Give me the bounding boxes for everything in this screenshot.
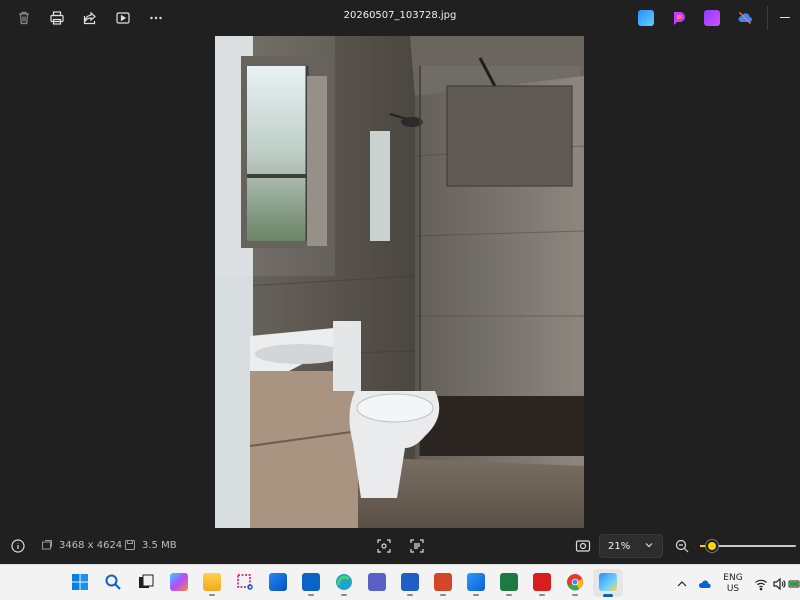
save-icon [125,540,135,550]
word-icon[interactable] [399,571,421,596]
edge-icon[interactable] [333,571,355,596]
more-icon [150,16,162,20]
file-info-button[interactable] [10,538,26,554]
info-bar: 3468 x 4624 3.5 MB 21% [0,528,800,564]
slideshow-button[interactable] [111,6,135,30]
actual-size-button[interactable] [575,538,591,554]
onedrive-sync-icon[interactable] [698,576,712,590]
info-icon [11,539,25,553]
printer-icon [50,11,64,25]
photo-illustration [215,36,584,528]
chrome-icon[interactable] [564,571,586,596]
outlook-new-icon[interactable] [267,571,289,593]
delete-button[interactable] [12,6,36,30]
print-button[interactable] [45,6,69,30]
language-indicator[interactable]: ENG US [722,573,744,595]
region-code: US [726,584,740,594]
language-code: ENG [723,573,743,583]
wifi-icon[interactable] [754,576,768,591]
copilot-m365-icon[interactable] [168,571,190,593]
dimensions-icon [42,540,52,550]
zoom-out-button[interactable] [674,538,690,554]
zoom-out-icon [675,539,689,553]
battery-icon[interactable] [788,576,800,590]
visual-search-button[interactable] [376,538,392,554]
task-view-icon[interactable] [135,571,157,593]
search-icon[interactable] [102,571,124,593]
share-icon [83,11,96,25]
powerpoint-icon[interactable] [432,571,454,596]
bathroom-photo [215,36,584,528]
top-toolbar: 20260507_103728.jpg [0,0,800,36]
zoom-level-text: 21% [608,540,631,552]
volume-icon[interactable] [772,576,786,591]
fit-image-icon [575,540,591,552]
excel-icon[interactable] [498,571,520,596]
text-scan-icon [410,539,424,553]
zoom-slider-thumb[interactable] [705,540,718,552]
scan-icon [377,539,391,553]
dimensions-text: 3468 x 4624 [59,539,123,551]
outlook-icon[interactable] [300,571,322,596]
share-button[interactable] [78,6,102,30]
edit-image-icon[interactable] [638,10,654,26]
teams-icon[interactable] [366,571,388,593]
trash-icon [19,11,29,25]
acrobat-icon[interactable] [531,571,553,596]
toolbar-separator [767,6,768,30]
chevron-down-icon [645,543,653,548]
windows-taskbar: ENG US [0,564,800,600]
windows-start-icon[interactable] [69,571,91,593]
designer-icon[interactable] [671,10,687,26]
onedrive-off-icon[interactable] [737,10,753,26]
zoom-slider[interactable] [700,538,796,554]
file-explorer-icon[interactable] [201,571,223,596]
zoom-level-dropdown[interactable]: 21% [599,534,663,558]
people-icon[interactable] [465,571,487,596]
photos-icon[interactable] [597,571,619,593]
file-size: 3.5 MB [124,539,177,551]
snipping-tool-icon[interactable] [234,571,256,593]
minimize-button[interactable] [778,10,792,24]
image-dimensions: 3468 x 4624 [41,539,122,551]
play-icon [116,12,130,24]
extract-text-button[interactable] [409,538,425,554]
chevron-up-icon[interactable] [675,576,689,590]
clipchamp-icon[interactable] [704,10,720,26]
image-viewport[interactable] [0,36,800,528]
file-size-text: 3.5 MB [142,539,177,551]
more-options-button[interactable] [144,6,168,30]
